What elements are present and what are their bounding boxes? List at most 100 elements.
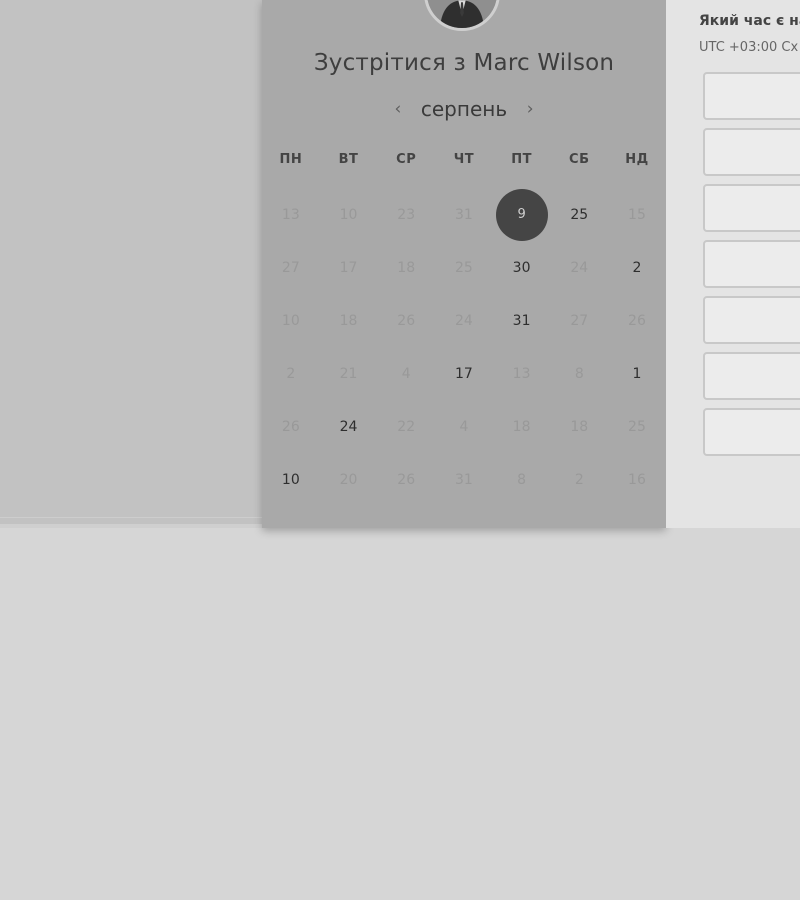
weekday-label: ПТ (511, 152, 532, 167)
page-title: Зустрітися з Marc Wilson (313, 50, 615, 76)
calendar-day-number: 15 (628, 206, 646, 223)
calendar-day-number: 18 (397, 259, 416, 276)
left-pane (0, 0, 262, 528)
calendar-day-number: 23 (397, 206, 416, 223)
calendar-day-unavailable: 2 (550, 453, 608, 506)
calendar-day-unavailable: 13 (262, 188, 320, 241)
weekday-label: ПН (279, 152, 303, 167)
timezone-label[interactable]: UTC +03:00 Сх (699, 40, 798, 55)
month-navigation: ‹ серпень › (262, 95, 666, 123)
weekday-label: НД (625, 152, 649, 167)
calendar-day-unavailable: 17 (320, 241, 378, 294)
calendar-day-number: 9 (495, 188, 548, 241)
calendar-day-available[interactable]: 24 (320, 400, 378, 453)
calendar-day-number: 25 (570, 206, 589, 223)
calendar-day-number: 10 (339, 206, 358, 223)
calendar-day-available[interactable]: 30 (493, 241, 551, 294)
calendar-day-unavailable: 26 (608, 294, 666, 347)
calendar-week-row: 27 17 18 25 30 24 2 (262, 241, 666, 294)
calendar-day-number: 24 (454, 312, 473, 329)
time-slot-button[interactable] (703, 128, 800, 176)
time-slot-button[interactable] (703, 240, 800, 288)
calendar-day-available[interactable]: 10 (262, 453, 320, 506)
calendar-day-number: 26 (281, 418, 300, 435)
calendar-day-number: 13 (281, 206, 300, 223)
host-avatar (424, 0, 500, 31)
chevron-right-icon[interactable]: › (521, 95, 539, 123)
calendar-day-unavailable: 8 (550, 347, 608, 400)
month-label: серпень (420, 97, 508, 121)
calendar-day-unavailable: 27 (550, 294, 608, 347)
calendar-day-number: 30 (512, 259, 531, 276)
calendar-panel: Зустрітися з Marc Wilson ‹ серпень › ПН В… (262, 0, 666, 528)
calendar-day-number: 4 (401, 365, 411, 382)
calendar-day-unavailable: 22 (377, 400, 435, 453)
calendar-day-unavailable: 16 (608, 453, 666, 506)
calendar-week-row: 13 10 23 31 9 25 15 (262, 188, 666, 241)
calendar-day-number: 26 (397, 471, 416, 488)
weekday-label: ВТ (338, 152, 359, 167)
calendar-day-number: 8 (574, 365, 584, 382)
calendar-day-unavailable: 18 (493, 400, 551, 453)
calendar-day-number: 25 (628, 418, 646, 435)
calendar-day-unavailable: 21 (320, 347, 378, 400)
weekday-label: СБ (569, 152, 590, 167)
calendar-day-number: 2 (286, 365, 296, 382)
calendar-day-unavailable: 10 (262, 294, 320, 347)
time-heading: Який час є на (699, 13, 800, 29)
calendar-day-number: 22 (397, 418, 416, 435)
time-slot-button[interactable] (703, 72, 800, 120)
calendar-day-number: 27 (281, 259, 300, 276)
calendar-grid: 13 10 23 31 9 25 15 27 17 18 25 30 24 2 10 18 26 24 31 27 26… (262, 188, 666, 506)
calendar-day-unavailable: 23 (377, 188, 435, 241)
calendar-day-number: 16 (628, 471, 646, 488)
weekday-label: СР (396, 152, 417, 167)
calendar-day-number: 27 (570, 312, 589, 329)
calendar-day-available[interactable]: 25 (550, 188, 608, 241)
calendar-day-available[interactable]: 17 (435, 347, 493, 400)
calendar-day-number: 24 (339, 418, 358, 435)
calendar-day-unavailable: 2 (262, 347, 320, 400)
calendar-day-unavailable: 26 (377, 453, 435, 506)
calendar-day-number: 31 (454, 471, 473, 488)
calendar-day-unavailable: 24 (435, 294, 493, 347)
calendar-week-row: 10 18 26 24 31 27 26 (262, 294, 666, 347)
calendar-day-number: 2 (574, 471, 584, 488)
time-slot-button[interactable] (703, 296, 800, 344)
calendar-day-number: 31 (454, 206, 473, 223)
calendar-day-unavailable: 26 (262, 400, 320, 453)
calendar-day-number: 31 (512, 312, 531, 329)
calendar-day-number: 26 (628, 312, 646, 329)
calendar-day-unavailable: 13 (493, 347, 551, 400)
calendar-day-number: 25 (454, 259, 473, 276)
calendar-week-row: 2 21 4 17 13 8 1 (262, 347, 666, 400)
calendar-day-unavailable: 24 (550, 241, 608, 294)
calendar-day-number: 17 (454, 365, 473, 382)
calendar-day-number: 24 (570, 259, 589, 276)
weekday-label: ЧТ (453, 152, 475, 167)
time-slot-button[interactable] (703, 184, 800, 232)
calendar-day-available[interactable]: 2 (608, 241, 666, 294)
calendar-day-number: 10 (281, 312, 300, 329)
calendar-day-number: 18 (339, 312, 358, 329)
calendar-day-number: 20 (339, 471, 358, 488)
calendar-day-available[interactable]: 1 (608, 347, 666, 400)
calendar-day-unavailable: 4 (377, 347, 435, 400)
calendar-week-row: 10 20 26 31 8 2 16 (262, 453, 666, 506)
calendar-day-selected[interactable]: 9 (493, 188, 551, 241)
calendar-day-unavailable: 18 (320, 294, 378, 347)
calendar-day-available[interactable]: 31 (493, 294, 551, 347)
time-slot-button[interactable] (703, 352, 800, 400)
person-icon (427, 0, 497, 28)
chevron-left-icon[interactable]: ‹ (389, 95, 407, 123)
time-slot-button[interactable] (703, 408, 800, 456)
calendar-day-unavailable: 31 (435, 453, 493, 506)
calendar-day-number: 10 (281, 471, 300, 488)
calendar-week-row: 26 24 22 4 18 18 25 (262, 400, 666, 453)
calendar-day-number: 4 (459, 418, 469, 435)
calendar-day-number: 2 (632, 259, 642, 276)
calendar-day-number: 26 (397, 312, 416, 329)
calendar-day-unavailable: 18 (550, 400, 608, 453)
calendar-day-unavailable: 20 (320, 453, 378, 506)
calendar-day-number: 8 (517, 471, 527, 488)
